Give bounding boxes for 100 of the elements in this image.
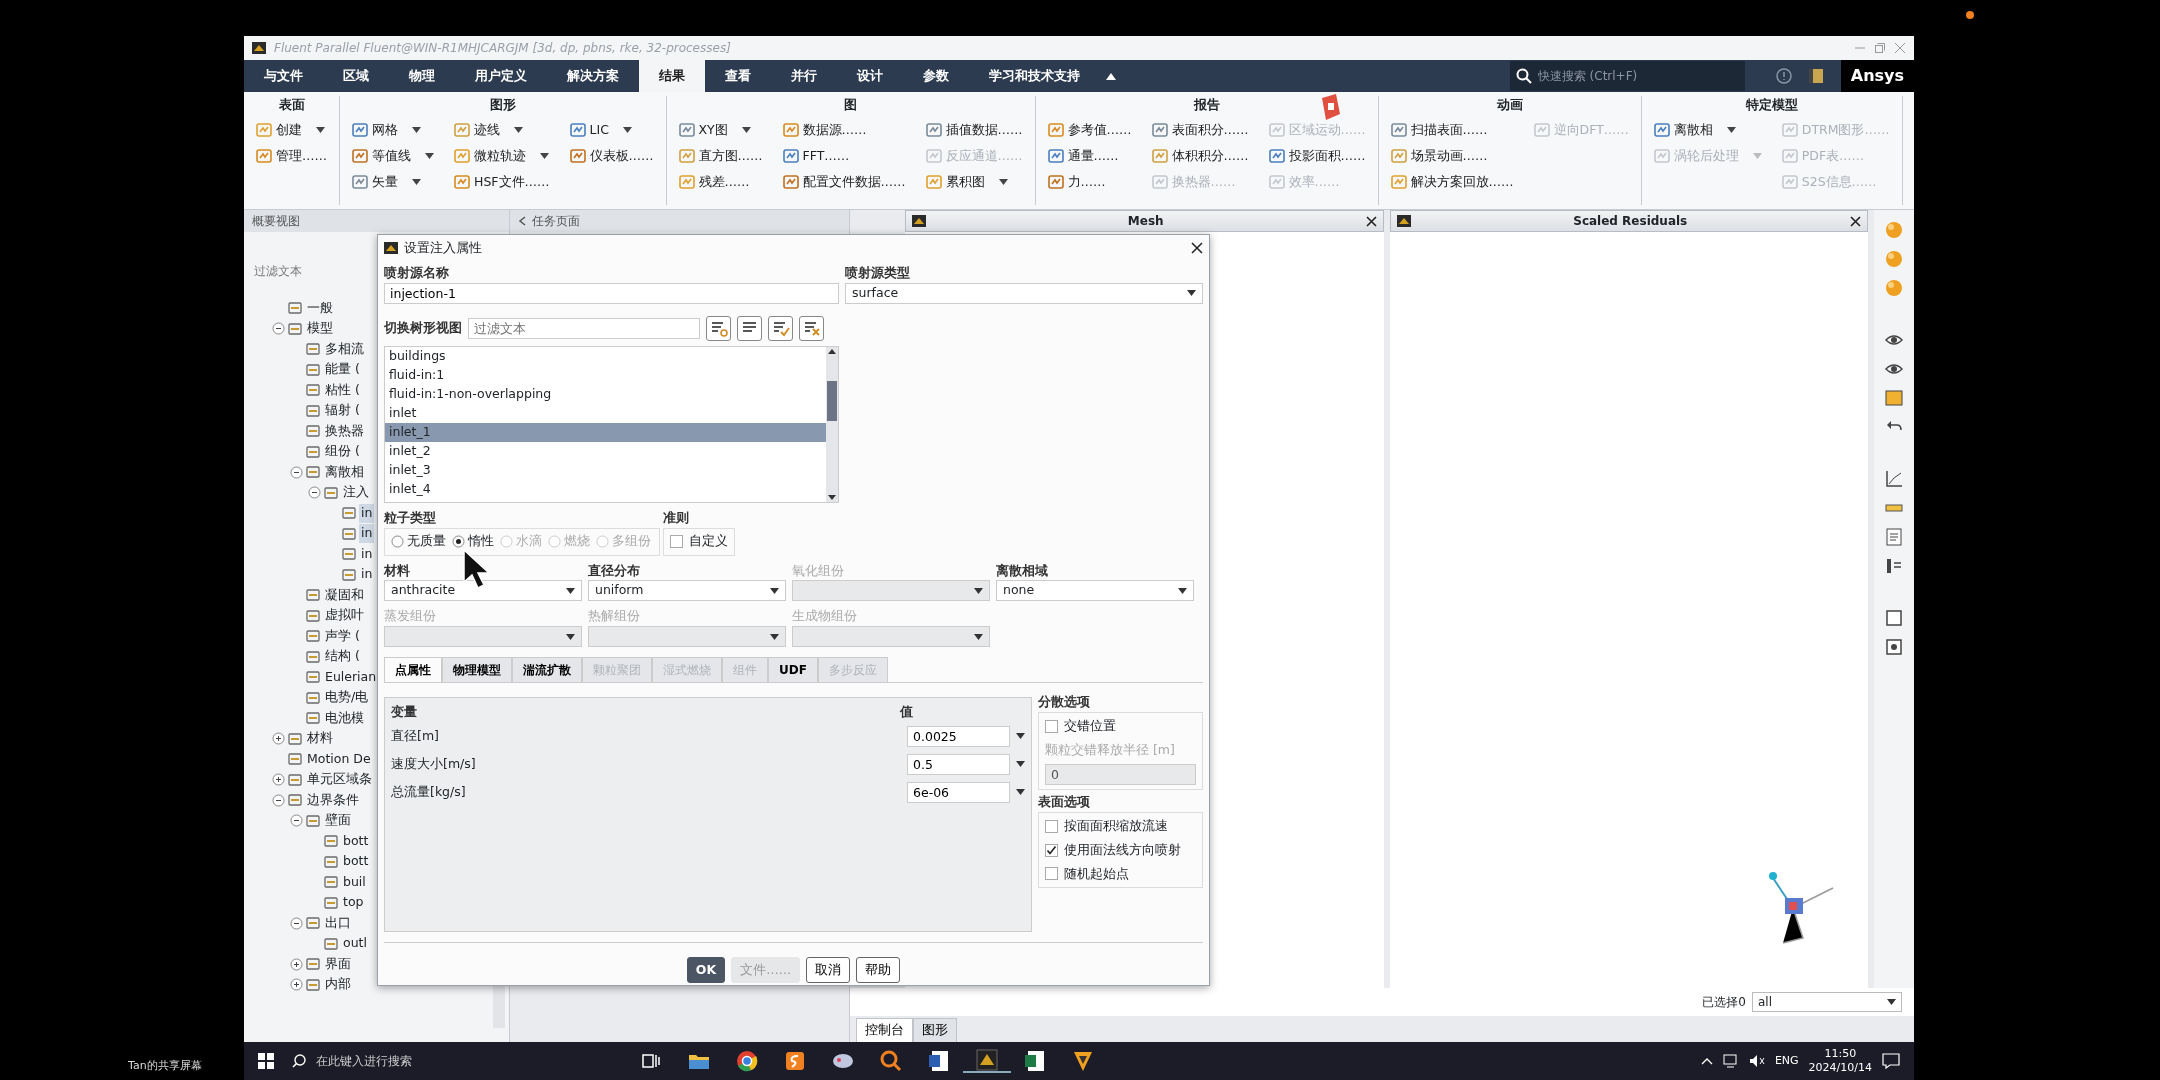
tree-item[interactable]: 辐射 ( [323, 401, 362, 421]
tool-button[interactable]: 通量…… [1047, 144, 1132, 168]
checkbox[interactable] [1045, 819, 1058, 833]
clock-date[interactable]: 2024/10/14 [1808, 1061, 1872, 1075]
scroll-thumb[interactable] [827, 380, 837, 421]
magnifier-icon[interactable] [880, 1050, 902, 1072]
tool-button[interactable]: 管理…… [256, 144, 327, 168]
dropdown[interactable]: none [996, 580, 1194, 602]
collapse-icon[interactable] [290, 465, 303, 479]
menu-tab[interactable]: 结果 [639, 60, 705, 92]
tool-button[interactable]: 表面积分…… [1151, 118, 1249, 142]
note-icon[interactable] [1884, 527, 1904, 547]
tab[interactable]: 图形 [913, 1018, 957, 1042]
search-field[interactable]: 在此键入进行搜索 [314, 1051, 614, 1071]
value-field[interactable]: 6e-06 [907, 781, 1010, 803]
tool-button[interactable]: 投影面积…… [1268, 144, 1366, 168]
collapse-icon[interactable] [272, 793, 285, 807]
tree-item[interactable]: 电势/电 [323, 688, 371, 708]
menu-tab[interactable]: 用户定义 [455, 60, 547, 92]
tool-button[interactable]: 体积积分…… [1151, 144, 1249, 168]
list-item[interactable]: inlet [385, 403, 826, 423]
icon-button[interactable] [799, 315, 824, 341]
list-box[interactable]: buildings fluid-in:1 fluid-in:1-non-overlapping inlet inlet_1 inlet_2 inlet_3 inlet_4 [384, 345, 839, 503]
app-icon[interactable] [831, 1051, 855, 1071]
collapse-icon[interactable] [1106, 72, 1116, 80]
folder-icon[interactable] [688, 1052, 710, 1070]
checkbox[interactable] [670, 535, 683, 548]
list-item[interactable]: fluid-in:1-non-overlapping [385, 384, 826, 404]
chart-icon[interactable] [1884, 469, 1904, 489]
clock-time[interactable]: 11:50 [1824, 1047, 1857, 1061]
menu-tab[interactable]: 学习和技术支持 [969, 60, 1100, 92]
menu-tab[interactable]: 解决方案 [547, 60, 639, 92]
tree-item[interactable]: Eulerian [323, 667, 379, 687]
tree-item[interactable]: 能量 ( [323, 360, 362, 380]
tree-item[interactable]: 材料 [305, 729, 335, 749]
tree-item[interactable]: 模型 [305, 319, 335, 339]
expand-icon[interactable] [272, 732, 285, 746]
tree-item[interactable]: 电池模 [323, 708, 366, 728]
checkbox-label[interactable]: 使用面法线方向喷射 [1064, 840, 1181, 860]
tool-button[interactable]: XY图 [678, 118, 763, 142]
menu-tab[interactable]: 参数 [903, 60, 969, 92]
menu-tab[interactable]: 查看 [705, 60, 771, 92]
tree-item[interactable]: in [359, 565, 375, 585]
tree-item[interactable]: in [359, 544, 375, 564]
tool-button[interactable]: 微粒轨迹 [454, 144, 550, 168]
spreadsheet-icon[interactable] [1024, 1050, 1046, 1072]
tree-item[interactable]: 壁面 [323, 811, 353, 831]
task-view-icon[interactable] [642, 1053, 660, 1069]
expand-icon[interactable] [272, 773, 285, 787]
menu-tab[interactable]: 物理 [389, 60, 455, 92]
tree-item[interactable]: 出口 [323, 913, 353, 933]
radio-button[interactable] [391, 535, 404, 548]
dialog-button[interactable]: 取消 [806, 957, 851, 983]
tool-button[interactable]: 力…… [1047, 170, 1132, 194]
tool-button[interactable]: 等值线 [352, 144, 434, 168]
tool-button[interactable]: 矢量 [352, 170, 434, 194]
notebook-icon[interactable] [1806, 67, 1825, 85]
list-item[interactable]: buildings [385, 346, 826, 366]
tab[interactable]: 物理模型 [442, 657, 512, 682]
tool-button[interactable]: 直方图…… [678, 144, 763, 168]
icon-button[interactable] [737, 315, 762, 341]
collapse-icon[interactable] [272, 322, 285, 336]
tool-button[interactable]: HSF文件…… [454, 170, 550, 194]
radio-label[interactable]: 惰性 [468, 532, 494, 551]
tree-item[interactable]: 粘性 ( [323, 380, 362, 400]
text-field[interactable]: injection-1 [384, 282, 839, 304]
window-icon[interactable] [1884, 388, 1904, 408]
tree-item[interactable]: bott [341, 852, 371, 872]
radio-label[interactable]: 无质量 [407, 532, 446, 551]
tool-button[interactable]: 创建 [256, 118, 327, 142]
tree-item[interactable]: in [359, 524, 375, 544]
tab[interactable]: 控制台 [856, 1018, 913, 1042]
dropdown[interactable]: surface [845, 282, 1203, 304]
tree-item[interactable]: 离散相 [323, 462, 366, 482]
collapse-icon[interactable] [290, 916, 303, 930]
collapse-icon[interactable] [308, 486, 321, 500]
dialog-button[interactable]: 帮助 [856, 957, 901, 983]
tree-item[interactable]: 单元区域条 [305, 770, 374, 790]
tab[interactable]: 点属性 [384, 657, 442, 682]
list-item[interactable]: inlet_1 [385, 422, 826, 442]
tree-item[interactable]: 凝固和 [323, 585, 366, 605]
value-field[interactable]: 0.0025 [907, 725, 1010, 747]
tree-item[interactable]: 多相流 [323, 339, 366, 359]
checkbox-label[interactable]: 交错位置 [1064, 716, 1116, 736]
tool-button[interactable]: 扫描表面…… [1390, 118, 1514, 142]
list-icon[interactable] [1884, 556, 1904, 576]
radio-button[interactable] [452, 535, 465, 548]
tree-item[interactable]: 虚拟叶 [323, 606, 366, 626]
restore-icon[interactable] [1874, 42, 1886, 54]
app-icon[interactable] [784, 1050, 806, 1072]
tool-button[interactable]: 解决方案回放…… [1390, 170, 1514, 194]
tree-item[interactable]: buil [341, 872, 368, 892]
icon-button[interactable] [768, 315, 793, 341]
help-icon[interactable] [1774, 67, 1793, 85]
tree-item[interactable]: 结构 ( [323, 647, 362, 667]
list-item[interactable]: inlet_3 [385, 460, 826, 480]
tool-button[interactable]: 累积图 [925, 170, 1023, 194]
list-item[interactable]: fluid-in:1 [385, 365, 826, 385]
dropdown[interactable]: uniform [588, 580, 786, 602]
tool-button[interactable]: 场景动画…… [1390, 144, 1514, 168]
